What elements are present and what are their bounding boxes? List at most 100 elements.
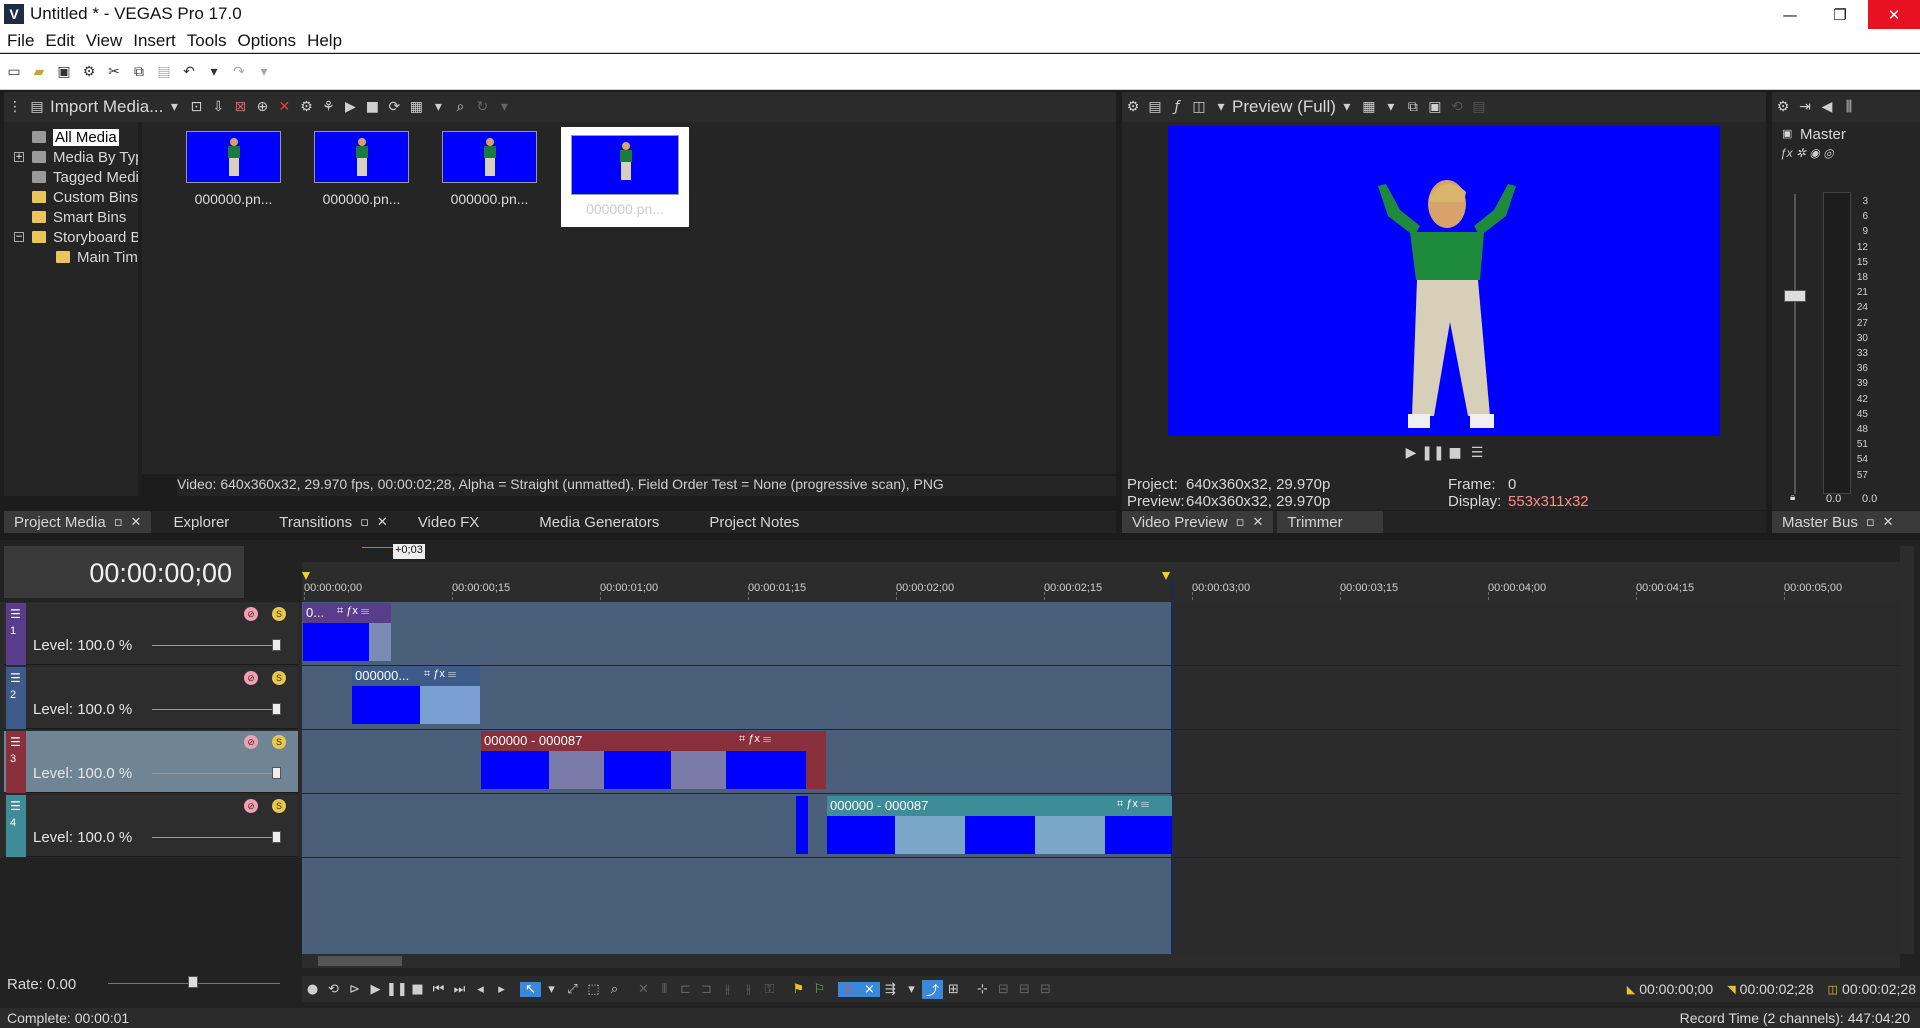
redo-dropdown-icon[interactable]: ▾ [253, 61, 275, 83]
minimize-button[interactable]: — [1765, 0, 1815, 29]
zoom-tool-icon[interactable]: ⌕ [604, 982, 625, 997]
record-icon[interactable]: ● [302, 982, 323, 997]
split-screen-icon[interactable]: ◫ [1188, 96, 1210, 118]
disabled-tool-2-icon[interactable]: ⊟ [1014, 982, 1035, 997]
stop-icon[interactable]: ■ [361, 96, 383, 118]
clip-track-1[interactable]: 0... ⌗ ƒx ☰ [303, 603, 391, 661]
split-dropdown-icon[interactable]: ▾ [1210, 96, 1232, 118]
menu-insert[interactable]: Insert [133, 31, 176, 51]
selection-start-time[interactable]: 00:00:00;00 [1639, 981, 1713, 997]
loop-playback-icon[interactable]: ⟲ [323, 982, 344, 997]
clip-fx-icons[interactable]: ⌗ ƒx ☰ [1117, 798, 1149, 811]
clip-track-3-tail[interactable] [806, 731, 826, 789]
clip-track-2[interactable]: 000000... ⌗ ƒx ☰ [352, 666, 480, 724]
selection-tool-icon[interactable]: ⬚ [583, 982, 604, 997]
go-to-end-icon[interactable]: ⏭ [449, 982, 470, 997]
collapse-icon[interactable]: − [14, 232, 24, 242]
next-frame-icon[interactable]: ▸ [491, 982, 512, 997]
close-button[interactable]: ✕ [1868, 0, 1920, 29]
level-slider-knob[interactable] [272, 831, 281, 843]
ripple-dropdown-icon[interactable]: ▾ [901, 982, 922, 997]
auto-preview-icon[interactable]: ⟳ [383, 96, 405, 118]
mute-icon[interactable]: ⊘ [244, 671, 258, 685]
tab-project-notes[interactable]: Project Notes [699, 511, 809, 533]
level-slider-knob[interactable] [272, 767, 281, 779]
paste-icon[interactable]: ▤ [153, 61, 175, 83]
track-header-2[interactable]: ☰ 2 ⊘ S Level: 100.0 % [4, 667, 298, 729]
undock-icon[interactable]: ▫ [114, 515, 123, 530]
clip-fx-icons[interactable]: ⌗ ƒx ☰ [337, 605, 369, 618]
tab-master-bus[interactable]: Master Bus ▫ ✕ [1772, 511, 1920, 533]
close-tab-icon[interactable]: ✕ [1883, 515, 1894, 530]
insert-region-icon[interactable]: ⚐ [809, 982, 830, 997]
horizontal-scrollbar[interactable] [302, 954, 1900, 968]
preview-menu-icon[interactable]: ☰ [1466, 442, 1488, 464]
search-icon[interactable]: ⌕ [449, 96, 471, 118]
tab-media-generators[interactable]: Media Generators [529, 511, 669, 533]
snapping-icon[interactable]: ∩ [838, 981, 859, 997]
import-media-icon[interactable]: ▤ [26, 96, 48, 118]
selection-length[interactable]: 00:00:02;28 [1842, 981, 1916, 997]
tab-video-fx[interactable]: Video FX [408, 511, 489, 533]
preview-play-icon[interactable]: ▶ [1400, 442, 1422, 464]
speaker-icon[interactable]: ◀ [1816, 96, 1838, 118]
views-dropdown-icon[interactable]: ▾ [427, 96, 449, 118]
mute-icon[interactable]: ⊘ [244, 735, 258, 749]
go-to-start-icon[interactable]: ⏮ [428, 982, 449, 997]
trim-tool-icon[interactable]: ⫴ [654, 982, 675, 997]
menu-help[interactable]: Help [307, 31, 342, 51]
clip-track-3[interactable]: 000000 - 000087 ⌗ ƒx ☰ [481, 731, 826, 789]
trim-start-icon[interactable]: ⊏ [675, 982, 696, 997]
overlays-icon[interactable]: ▦ [1358, 96, 1380, 118]
delete-tool-icon[interactable]: ✕ [633, 982, 654, 997]
stop-icon[interactable]: ■ [407, 982, 428, 997]
lock-envelopes-icon[interactable]: ⤴ [922, 979, 943, 999]
normalize-icon[interactable]: ⊹ [972, 982, 993, 997]
track-menu-icon[interactable]: ☰ [10, 607, 21, 621]
media-fx-icon[interactable]: ⊕ [251, 96, 273, 118]
menu-edit[interactable]: Edit [45, 31, 74, 51]
solo-icon[interactable]: S [272, 735, 286, 749]
import-dropdown-icon[interactable]: ▾ [163, 96, 185, 118]
more-dropdown-icon[interactable]: ▾ [493, 96, 515, 118]
tab-explorer[interactable]: Explorer [163, 511, 239, 533]
solo-icon[interactable]: S [272, 607, 286, 621]
fx-icon[interactable]: ƒ [1166, 96, 1188, 118]
refresh-icon[interactable]: ↻ [471, 96, 493, 118]
master-properties-icon[interactable]: ⚙ [1772, 96, 1794, 118]
disabled-tool-3-icon[interactable]: ⊟ [1035, 982, 1056, 997]
tab-trimmer[interactable]: Trimmer [1277, 511, 1384, 533]
expand-icon[interactable]: + [14, 152, 24, 162]
pause-icon[interactable]: ❚❚ [386, 982, 408, 997]
clip-track-4-head[interactable] [796, 796, 808, 854]
clip-fx-icons[interactable]: ⌗ ƒx ☰ [739, 733, 771, 746]
play-icon[interactable]: ▶ [365, 982, 386, 997]
delete-icon[interactable]: ✕ [273, 96, 295, 118]
selection-end-time[interactable]: 00:00:02;28 [1740, 981, 1814, 997]
preview-pause-icon[interactable]: ❚❚ [1421, 442, 1444, 464]
ignore-grouping-icon[interactable]: ⊞ [943, 982, 964, 997]
auto-crossfade-icon[interactable]: ⨯ [859, 981, 880, 997]
previous-frame-icon[interactable]: ◂ [470, 982, 491, 997]
preview-stop-icon[interactable]: ■ [1444, 442, 1466, 464]
external-monitor-icon[interactable]: ▤ [1144, 96, 1166, 118]
mute-icon[interactable]: ⊘ [244, 607, 258, 621]
redo-icon[interactable]: ↷ [228, 61, 250, 83]
open-folder-icon[interactable]: ▰ [28, 61, 50, 83]
solo-icon[interactable]: S [272, 799, 286, 813]
undock-icon[interactable]: ▫ [360, 515, 369, 530]
tab-project-media[interactable]: Project Media ▫ ✕ [4, 511, 152, 533]
cut-icon[interactable]: ✂ [103, 61, 125, 83]
save-snapshot-icon[interactable]: ▣ [1424, 96, 1446, 118]
media-fx-plugins-icon[interactable]: ⚘ [317, 96, 339, 118]
menu-view[interactable]: View [86, 31, 123, 51]
track-menu-icon[interactable]: ☰ [10, 799, 21, 813]
vertical-scrollbar[interactable] [1900, 546, 1914, 954]
new-file-icon[interactable]: ▭ [3, 61, 25, 83]
capture-icon[interactable]: ⊡ [185, 96, 207, 118]
tree-media-by-type[interactable]: + Media By Type [14, 147, 152, 167]
disabled-icon[interactable]: ▤ [1468, 96, 1490, 118]
undo-dropdown-icon[interactable]: ▾ [203, 61, 225, 83]
level-slider-knob[interactable] [272, 703, 281, 715]
import-media-button[interactable]: Import Media... [50, 97, 163, 117]
